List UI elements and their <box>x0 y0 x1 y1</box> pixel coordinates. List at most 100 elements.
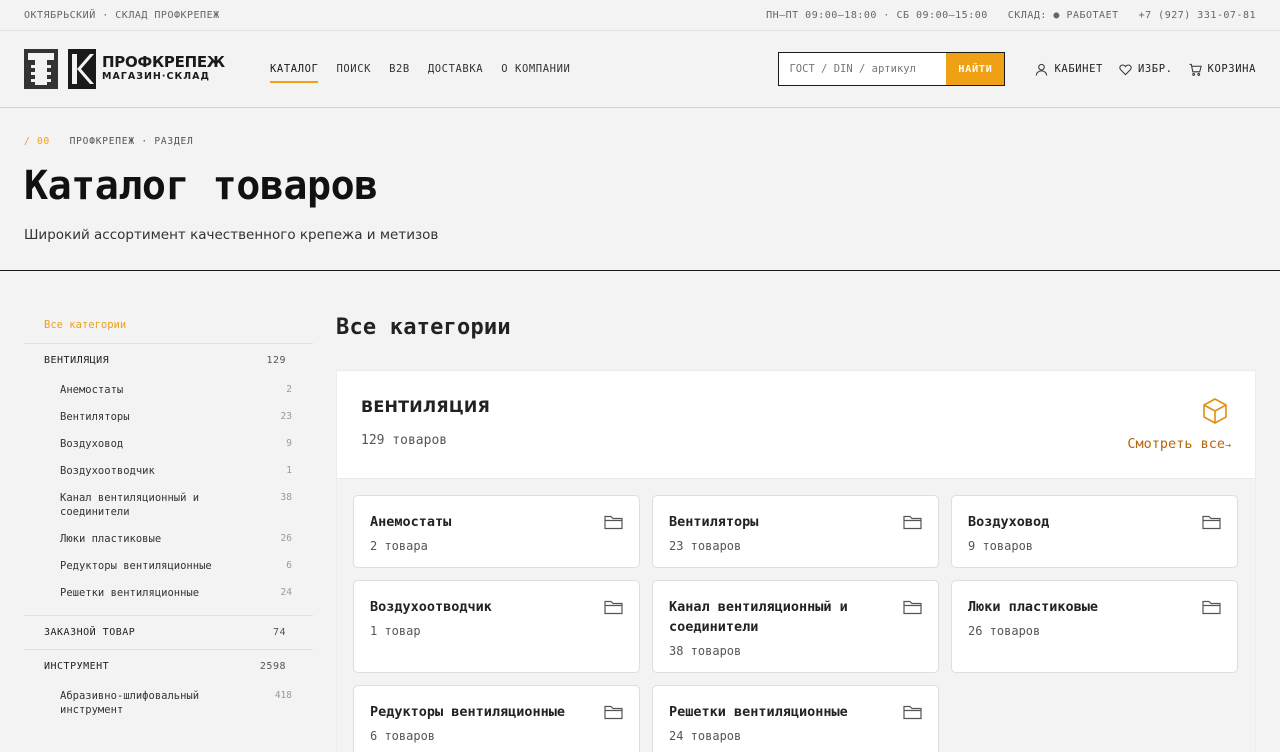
subcategory-count: 6 товаров <box>370 729 436 743</box>
sidebar-item-reducers[interactable]: Редукторы вентиляционные 6 <box>24 553 313 580</box>
cart-link[interactable]: КОРЗИНА <box>1189 63 1256 76</box>
subcategory-card[interactable]: Люки пластиковые 26 товаров <box>951 580 1238 673</box>
page-title: Каталог товаров <box>24 163 378 209</box>
subcategory-count: 2 товара <box>370 539 428 553</box>
sidebar-item-label: Вентиляторы <box>60 411 130 423</box>
sidebar-item-count: 9 <box>286 438 292 449</box>
subcategory-card[interactable]: Воздуховод 9 товаров <box>951 495 1238 568</box>
category-title: ВЕНТИЛЯЦИЯ <box>361 397 490 416</box>
subcategory-name: Воздухоотводчик <box>370 599 492 615</box>
subcategory-name: Анемостаты <box>370 514 452 530</box>
folder-icon <box>1202 600 1221 615</box>
working-hours: ПН–ПТ 09:00–18:00 · СБ 09:00–15:00 <box>766 9 988 21</box>
sidebar-group-count: 129 <box>266 355 286 366</box>
folder-icon <box>903 515 922 530</box>
sidebar-item-count: 6 <box>286 560 292 571</box>
catalog-content: Все категории ВЕНТИЛЯЦИЯ 129 товаров Смо… <box>313 271 1256 752</box>
sidebar-item-grilles[interactable]: Решетки вентиляционные 24 <box>24 580 313 607</box>
see-all-label: Смотреть все <box>1127 436 1225 452</box>
top-info-bar: ОКТЯБРЬСКИЙ · СКЛАД ПРОФКРЕПЕЖ ПН–ПТ 09:… <box>0 0 1280 31</box>
sidebar-group-count: 74 <box>272 627 286 638</box>
folder-icon <box>1202 515 1221 530</box>
sidebar-group-custom-order: ЗАКАЗНОЙ ТОВАР 74 <box>24 616 313 650</box>
sidebar-item-count: 23 <box>280 411 292 422</box>
store-location: ОКТЯБРЬСКИЙ · СКЛАД ПРОФКРЕПЕЖ <box>24 9 220 21</box>
page-subtitle: Широкий ассортимент качественного крепеж… <box>24 227 439 243</box>
nav-b2b[interactable]: B2B <box>389 55 410 83</box>
sidebar-group-tools: ИНСТРУМЕНТ 2598 Абразивно-шлифовальный и… <box>24 650 313 732</box>
sidebar-item-label: Воздухоотводчик <box>60 465 155 477</box>
sidebar-group-header[interactable]: ВЕНТИЛЯЦИЯ 129 <box>24 344 313 377</box>
sidebar-group-label: ВЕНТИЛЯЦИЯ <box>44 355 110 366</box>
subcategory-name: Редукторы вентиляционные <box>370 704 566 720</box>
subcategory-card[interactable]: Вентиляторы 23 товаров <box>652 495 939 568</box>
search-button[interactable]: НАЙТИ <box>946 53 1005 85</box>
subcategory-card[interactable]: Воздухоотводчик 1 товар <box>353 580 640 673</box>
sidebar-item-count: 2 <box>286 384 292 395</box>
folder-icon <box>604 600 623 615</box>
sidebar-item-vent-channel[interactable]: Канал вентиляционный и соединители 38 <box>24 485 313 526</box>
sidebar-group-label: ЗАКАЗНОЙ ТОВАР <box>44 627 136 638</box>
nav-catalog[interactable]: КАТАЛОГ <box>270 55 319 83</box>
logo[interactable]: ПРОФКРЕПЕЖ МАГАЗИН·СКЛАД <box>24 49 270 89</box>
sidebar-group-header[interactable]: ИНСТРУМЕНТ 2598 <box>24 650 313 683</box>
search-form: НАЙТИ <box>778 52 1006 86</box>
sidebar-item-anemostats[interactable]: Анемостаты 2 <box>24 377 313 404</box>
sidebar-item-air-duct[interactable]: Воздуховод 9 <box>24 431 313 458</box>
sidebar-item-count: 418 <box>274 690 292 701</box>
subcategory-count: 23 товаров <box>669 539 742 553</box>
search-input[interactable] <box>779 53 947 85</box>
sidebar-item-count: 38 <box>280 492 292 503</box>
nav-delivery[interactable]: ДОСТАВКА <box>428 55 483 83</box>
sidebar-item-count: 26 <box>280 533 292 544</box>
sidebar-item-label: Канал вентиляционный и соединители <box>60 492 200 518</box>
subcategory-grid: Анемостаты 2 товара Вентиляторы 23 товар… <box>337 479 1255 752</box>
phone-link[interactable]: +7 (927) 331-07-81 <box>1139 10 1256 21</box>
folder-icon <box>604 705 623 720</box>
sidebar-all-categories[interactable]: Все категории <box>24 319 313 344</box>
subcategory-card[interactable]: Редукторы вентиляционные 6 товаров <box>353 685 640 752</box>
page-hero: / 00 ПРОФКРЕПЕЖ · РАЗДЕЛ Каталог товаров… <box>0 108 1280 271</box>
category-count: 129 товаров <box>361 433 448 448</box>
favorites-link[interactable]: ИЗБР. <box>1119 63 1173 76</box>
cart-icon <box>1189 63 1202 76</box>
breadcrumb-number: / 00 <box>24 136 51 147</box>
subcategory-card[interactable]: Канал вентиляционный и соединители 38 то… <box>652 580 939 673</box>
subcategory-card[interactable]: Решетки вентиляционные 24 товаров <box>652 685 939 752</box>
see-all-link[interactable]: Смотреть все→ <box>1127 436 1231 452</box>
folder-icon <box>903 705 922 720</box>
favorites-label: ИЗБР. <box>1137 63 1173 75</box>
category-sidebar: Все категории ВЕНТИЛЯЦИЯ 129 Анемостаты 2… <box>24 271 313 752</box>
subcategory-count: 38 товаров <box>669 644 742 658</box>
sidebar-item-abrasive[interactable]: Абразивно-шлифовальный инструмент 418 <box>24 683 313 724</box>
cabinet-link[interactable]: КАБИНЕТ <box>1035 63 1102 76</box>
sidebar-item-air-vent[interactable]: Воздухоотводчик 1 <box>24 458 313 485</box>
category-panel-header: ВЕНТИЛЯЦИЯ 129 товаров Смотреть все→ <box>337 371 1255 479</box>
subcategory-name: Вентиляторы <box>669 514 759 530</box>
breadcrumb: / 00 ПРОФКРЕПЕЖ · РАЗДЕЛ <box>24 136 1256 147</box>
box-icon <box>1203 398 1227 424</box>
nav-about[interactable]: О КОМПАНИИ <box>501 55 570 83</box>
sidebar-item-count: 1 <box>286 465 292 476</box>
subcategory-count: 9 товаров <box>968 539 1034 553</box>
sidebar-item-plastic-hatches[interactable]: Люки пластиковые 26 <box>24 526 313 553</box>
subcategory-card[interactable]: Анемостаты 2 товара <box>353 495 640 568</box>
subcategory-name: Воздуховод <box>968 514 1050 530</box>
user-icon <box>1036 63 1048 76</box>
arrow-right-icon: → <box>1224 440 1231 451</box>
sidebar-item-label: Редукторы вентиляционные <box>60 560 212 572</box>
sidebar-item-label: Анемостаты <box>60 384 124 396</box>
sidebar-item-label: Воздуховод <box>60 438 124 450</box>
site-header: ПРОФКРЕПЕЖ МАГАЗИН·СКЛАД КАТАЛОГ ПОИСК B… <box>0 31 1280 108</box>
sidebar-group-header[interactable]: ЗАКАЗНОЙ ТОВАР 74 <box>24 616 313 649</box>
sidebar-item-fans[interactable]: Вентиляторы 23 <box>24 404 313 431</box>
subcategory-name: Люки пластиковые <box>968 599 1099 615</box>
nav-search[interactable]: ПОИСК <box>336 55 371 83</box>
header-tools: КАБИНЕТ ИЗБР. КОРЗИНА <box>1035 63 1256 76</box>
logo-subtitle: МАГАЗИН·СКЛАД <box>102 71 210 82</box>
folder-icon <box>604 515 623 530</box>
subcategory-count: 1 товар <box>370 624 421 638</box>
main-nav: КАТАЛОГ ПОИСК B2B ДОСТАВКА О КОМПАНИИ <box>270 55 570 83</box>
subcategory-count: 24 товаров <box>669 729 742 743</box>
subcategory-name: Решетки вентиляционные <box>669 704 848 720</box>
